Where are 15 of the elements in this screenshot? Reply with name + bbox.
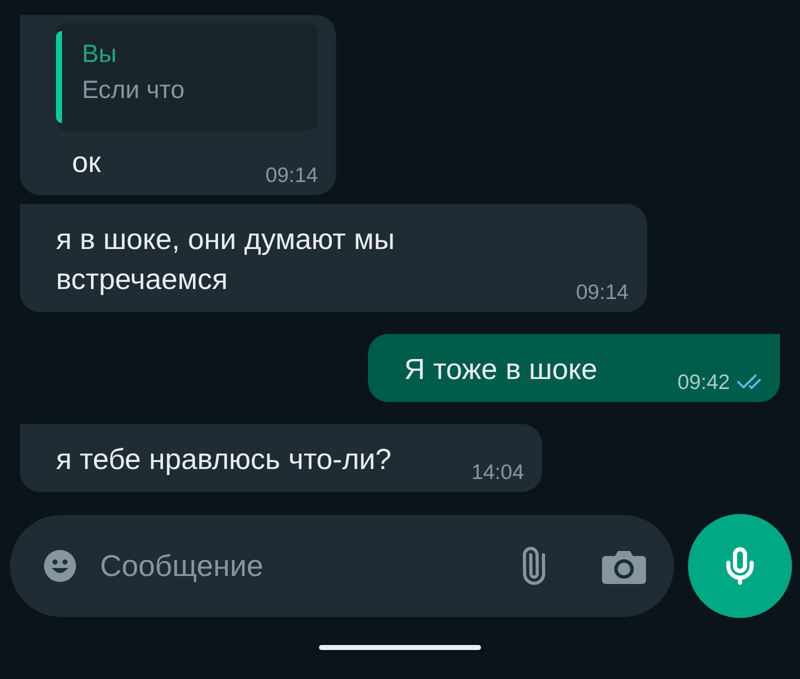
message-text: я в шоке, они думают мы встречаемся [56, 223, 396, 298]
camera-icon[interactable] [602, 548, 646, 584]
message-time: 09:14 [265, 162, 318, 188]
message-time: 09:42 [677, 370, 730, 396]
quote-text: Если что [82, 75, 184, 106]
quoted-message[interactable]: Вы Если что [56, 23, 318, 131]
message-field[interactable]: Сообщение [10, 515, 674, 617]
message-text: я тебе нравлюсь что-ли? [56, 443, 392, 478]
message-time: 09:14 [576, 280, 629, 306]
emoji-icon[interactable] [44, 550, 76, 582]
quote-author: Вы [82, 39, 118, 70]
message-time: 14:04 [471, 460, 524, 486]
message-text: ок [72, 146, 101, 181]
message-text: Я тоже в шоке [404, 353, 598, 388]
message-input[interactable]: Сообщение [100, 544, 514, 588]
